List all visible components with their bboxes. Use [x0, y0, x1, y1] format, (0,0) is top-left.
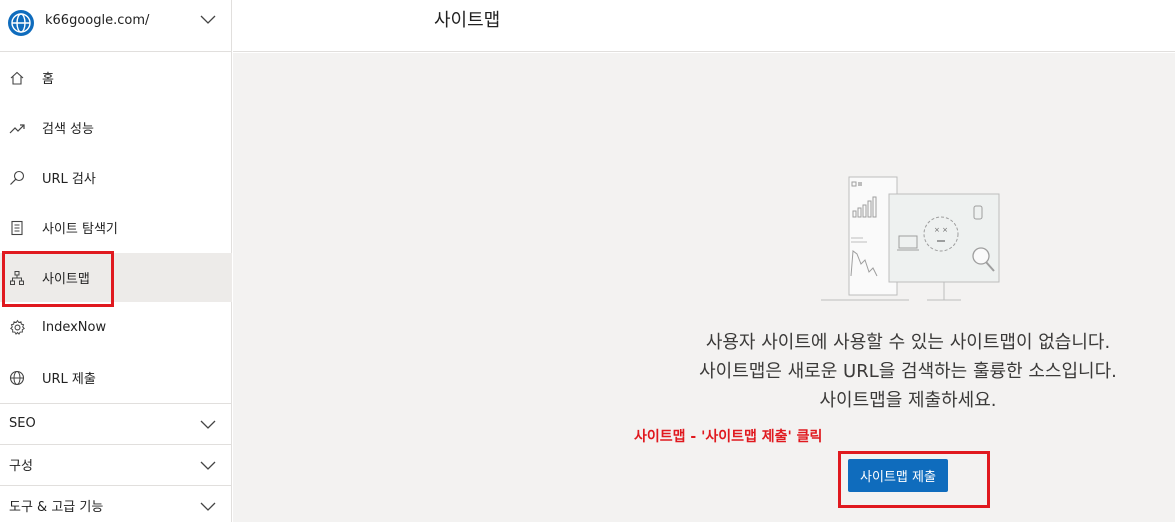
site-selector[interactable]: k66google.com/	[0, 0, 232, 52]
sidebar-item-label: 사이트맵	[42, 272, 90, 287]
sidebar-item-url-submission[interactable]: URL 제출	[0, 353, 232, 402]
submit-sitemap-button[interactable]: 사이트맵 제출	[848, 459, 948, 492]
sidebar-item-sitemap[interactable]: 사이트맵	[0, 253, 232, 302]
main-content: × × 사용자 사이트에 사용할 수 있는 사이트맵이 없습니다. 사이트맵은 …	[233, 53, 1175, 522]
instruction-annotation: 사이트맵 - '사이트맵 제출' 클릭	[634, 429, 823, 445]
section-label: 구성	[9, 459, 33, 474]
empty-state-line: 사이트맵은 새로운 URL을 검색하는 훌륭한 소스입니다.	[699, 361, 1117, 382]
chevron-down-icon	[200, 502, 216, 511]
sidebar-item-search-performance[interactable]: 검색 성능	[0, 103, 232, 152]
section-seo[interactable]: SEO	[0, 403, 232, 443]
sidebar-item-home[interactable]: 홈	[0, 53, 232, 102]
svg-text:× ×: × ×	[934, 226, 948, 234]
globe-icon	[8, 10, 34, 36]
document-icon	[8, 219, 26, 237]
section-tools[interactable]: 도구 & 고급 기능	[0, 485, 232, 522]
search-icon	[8, 169, 26, 187]
sidebar-item-label: IndexNow	[42, 320, 107, 335]
trend-icon	[8, 119, 26, 137]
empty-state-line: 사용자 사이트에 사용할 수 있는 사이트맵이 없습니다.	[705, 332, 1111, 353]
sidebar-item-indexnow[interactable]: IndexNow	[0, 303, 232, 352]
home-icon	[8, 69, 26, 87]
empty-state-line: 사이트맵을 제출하세요.	[819, 390, 997, 411]
section-configuration[interactable]: 구성	[0, 444, 232, 484]
sidebar: k66google.com/ 홈 검색 성능 URL 검사 사이트 탐색기 사이…	[0, 0, 232, 522]
empty-state-message: 사용자 사이트에 사용할 수 있는 사이트맵이 없습니다. 사이트맵은 새로운 …	[643, 328, 1173, 415]
globe-icon	[8, 369, 26, 387]
sidebar-item-label: URL 제출	[42, 372, 96, 387]
sitemap-icon	[8, 269, 26, 287]
section-label: SEO	[9, 416, 36, 431]
sidebar-item-label: 사이트 탐색기	[42, 222, 118, 237]
empty-sitemap-illustration: × ×	[821, 176, 1000, 301]
header: 사이트맵	[233, 0, 1175, 52]
sidebar-item-url-inspection[interactable]: URL 검사	[0, 153, 232, 202]
sidebar-item-label: URL 검사	[42, 172, 96, 187]
chevron-down-icon	[200, 461, 216, 470]
sidebar-item-label: 홈	[42, 72, 54, 87]
chevron-down-icon	[200, 15, 216, 24]
gear-icon	[8, 319, 26, 337]
section-label: 도구 & 고급 기능	[9, 500, 104, 515]
sidebar-item-site-explorer[interactable]: 사이트 탐색기	[0, 203, 232, 252]
sidebar-item-label: 검색 성능	[42, 122, 94, 137]
page-title: 사이트맵	[434, 10, 501, 31]
chevron-down-icon	[200, 420, 216, 429]
site-name: k66google.com/	[45, 13, 150, 28]
